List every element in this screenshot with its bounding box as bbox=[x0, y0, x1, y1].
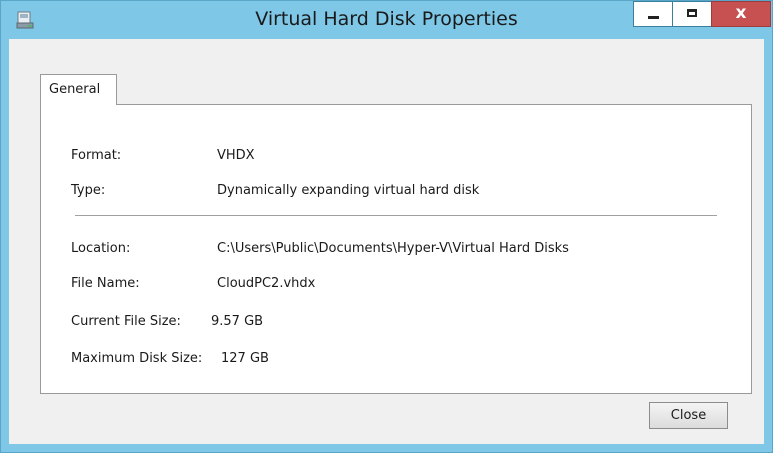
minimize-button[interactable] bbox=[633, 1, 673, 27]
maximum-disk-size-value: 127 GB bbox=[221, 351, 269, 366]
format-label: Format: bbox=[71, 148, 122, 163]
format-value: VHDX bbox=[217, 148, 255, 163]
close-icon: x bbox=[735, 3, 747, 23]
separator bbox=[75, 215, 717, 216]
tab-general-label: General bbox=[49, 82, 101, 97]
minimize-icon bbox=[648, 16, 659, 19]
window-title: Virtual Hard Disk Properties bbox=[255, 8, 518, 30]
maximize-icon bbox=[687, 9, 697, 17]
general-panel: Format: VHDX Type: Dynamically expanding… bbox=[40, 104, 752, 394]
tab-general[interactable]: General bbox=[40, 74, 117, 105]
type-label: Type: bbox=[71, 183, 106, 198]
close-button[interactable]: Close bbox=[649, 402, 728, 429]
title-bar[interactable]: Virtual Hard Disk Properties x bbox=[1, 1, 772, 39]
current-file-size-label: Current File Size: bbox=[71, 314, 181, 329]
disk-properties-icon bbox=[15, 10, 35, 30]
location-value: C:\Users\Public\Documents\Hyper-V\Virtua… bbox=[217, 241, 569, 256]
type-value: Dynamically expanding virtual hard disk bbox=[217, 183, 480, 198]
window-close-button[interactable]: x bbox=[711, 1, 771, 27]
dialog-window: Virtual Hard Disk Properties x General F… bbox=[0, 0, 773, 453]
location-label: Location: bbox=[71, 241, 131, 256]
maximize-button[interactable] bbox=[672, 1, 712, 27]
current-file-size-value: 9.57 GB bbox=[211, 314, 264, 329]
file-name-value: CloudPC2.vhdx bbox=[217, 276, 316, 291]
maximum-disk-size-label: Maximum Disk Size: bbox=[71, 351, 203, 366]
file-name-label: File Name: bbox=[71, 276, 140, 291]
dialog-client-area: General Format: VHDX Type: Dynamically e… bbox=[9, 39, 764, 444]
